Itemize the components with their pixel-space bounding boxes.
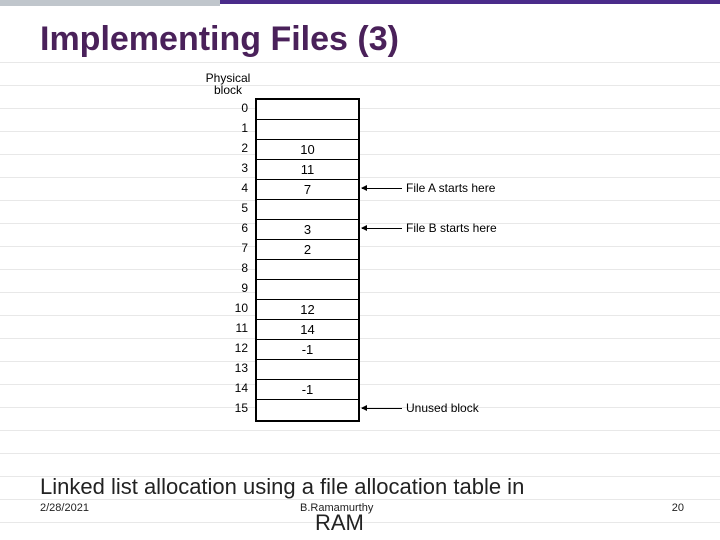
row-index: 3 [230,158,252,178]
row-index: 8 [230,258,252,278]
table-row [257,260,358,280]
annotation-text: Unused block [406,401,479,415]
row-index: 1 [230,118,252,138]
arrow-left-icon [362,228,402,229]
annotation-text: File A starts here [406,181,495,195]
row-index-labels: 0 1 2 3 4 5 6 7 8 9 10 11 12 13 14 15 [230,98,252,418]
table-row: 2 [257,240,358,260]
column-header-line2: block [214,83,242,97]
row-index: 2 [230,138,252,158]
row-index: 13 [230,358,252,378]
table-row [257,360,358,380]
arrow-left-icon [362,188,402,189]
row-index: 9 [230,278,252,298]
slide-top-border [0,0,720,10]
footer-date: 2/28/2021 [40,502,89,514]
table-row [257,280,358,300]
table-row: -1 [257,340,358,360]
table-row: 12 [257,300,358,320]
row-index: 12 [230,338,252,358]
table-row [257,400,358,420]
table-row: 3 [257,220,358,240]
row-index: 15 [230,398,252,418]
annotation-unused: Unused block [362,401,479,415]
table-row: -1 [257,380,358,400]
table-row [257,120,358,140]
annotation-text: File B starts here [406,221,497,235]
row-index: 10 [230,298,252,318]
fat-figure: Physical block 0 1 2 3 4 5 6 7 8 9 10 11… [200,78,540,448]
footer-page-number: 20 [672,502,684,514]
row-index: 14 [230,378,252,398]
slide-title: Implementing Files (3) [40,20,399,59]
row-index: 11 [230,318,252,338]
row-index: 0 [230,98,252,118]
row-index: 7 [230,238,252,258]
table-row: 10 [257,140,358,160]
table-row: 11 [257,160,358,180]
footer-author: B.Ramamurthy [300,502,373,514]
table-row [257,200,358,220]
table-row [257,100,358,120]
annotation-file-a: File A starts here [362,181,495,195]
table-row: 14 [257,320,358,340]
arrow-left-icon [362,408,402,409]
annotation-file-b: File B starts here [362,221,497,235]
column-header: Physical block [188,72,268,96]
table-row: 7 [257,180,358,200]
caption-line1: Linked list allocation using a file allo… [40,474,700,500]
row-index: 5 [230,198,252,218]
fat-table: 10 11 7 3 2 12 14 -1 -1 [255,98,360,422]
row-index: 6 [230,218,252,238]
row-index: 4 [230,178,252,198]
